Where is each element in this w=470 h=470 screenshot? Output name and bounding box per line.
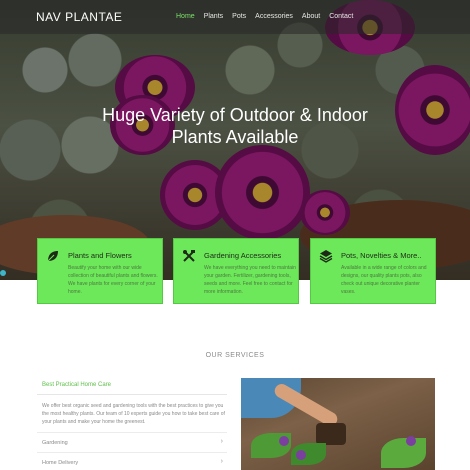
top-navbar: NAV PLANTAE Home Plants Pots Accessories… [0,0,470,34]
card-title: Plants and Flowers [68,251,132,260]
accordion-title: Best Practical Home Care [42,382,112,388]
feature-card-pots[interactable]: Pots, Novelties & More.. Available in a … [310,238,436,304]
accordion-item-gardening[interactable]: Gardening › [37,432,227,452]
nav-pots[interactable]: Pots [232,13,246,20]
card-description: Beautify your home with our wide collect… [68,265,158,295]
feature-card-plants[interactable]: Plants and Flowers Beautify your home wi… [37,238,163,304]
layers-icon [319,250,333,263]
nav-plants[interactable]: Plants [204,13,223,20]
chevron-right-icon: › [220,458,223,465]
card-description: We have everything you need to maintain … [204,265,296,295]
accordion-label: Gardening [42,440,68,446]
card-description: Available in a wide range of colors and … [341,265,427,295]
feature-card-accessories[interactable]: Gardening Accessories We have everything… [173,238,299,304]
accordion-header-open[interactable]: Best Practical Home Care [37,377,227,395]
accordion-label: Home Delivery [42,460,79,466]
nav-accessories[interactable]: Accessories [255,13,293,20]
nav-contact[interactable]: Contact [329,13,353,20]
card-title: Pots, Novelties & More.. [341,251,422,260]
nav-about[interactable]: About [302,13,320,20]
card-title: Gardening Accessories [204,251,282,260]
gardening-photo [241,378,435,470]
tools-icon [183,250,195,262]
nav-home[interactable]: Home [176,13,195,20]
accordion-body: We offer best organic seed and gardening… [42,403,225,425]
accordion-item-delivery[interactable]: Home Delivery › [37,452,227,470]
main-nav: Home Plants Pots Accessories About Conta… [176,13,353,20]
section-title: OUR SERVICES [205,352,265,359]
leaf-icon [47,251,58,262]
hero-title: Huge Variety of Outdoor & Indoor Plants … [102,105,368,147]
brand-logo[interactable]: NAV PLANTAE [36,10,122,24]
chevron-right-icon: › [220,438,223,445]
slider-indicator[interactable] [0,270,6,276]
